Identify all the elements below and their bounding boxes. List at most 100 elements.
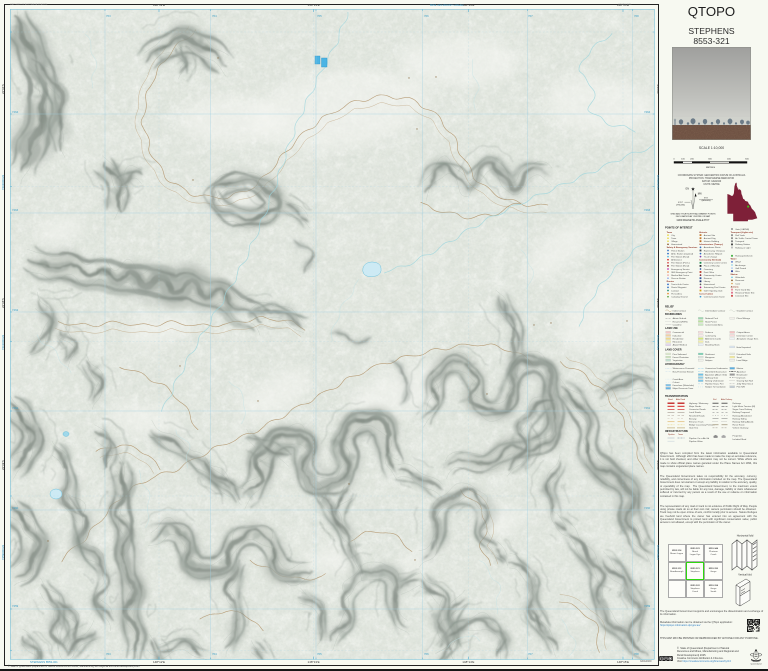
svg-text:767: 767 [528, 652, 533, 656]
svg-text:RELIEF: RELIEF [665, 306, 674, 309]
svg-text:Included Shed: Included Shed [733, 439, 747, 441]
svg-text:Disturbed Soils: Disturbed Soils [737, 353, 751, 356]
svg-text:Abbr Railway: Abbr Railway [721, 398, 732, 401]
svg-text:Transport (Lights etc): Transport (Lights etc) [731, 231, 754, 234]
svg-text:Highway / Motorway: Highway / Motorway [689, 402, 709, 405]
svg-text:Mangrove: Mangrove [705, 357, 715, 359]
svg-text:Commercial: Commercial [673, 332, 685, 334]
svg-text:7459: 7459 [12, 604, 19, 608]
svg-text:Sinking Underwater: Sinking Underwater [705, 380, 724, 383]
svg-text:Route Waypoint: Route Waypoint [671, 286, 687, 289]
svg-text:Bridge Causeway Pontoon: Bridge Causeway Pontoon [689, 424, 715, 427]
svg-text:Rail Yards: Rail Yards [735, 235, 745, 237]
svg-text:Golf / Sporting Club: Golf / Sporting Club [704, 289, 723, 292]
svg-text:300: 300 [708, 159, 712, 161]
svg-text:Historical Water Site: Historical Water Site [735, 292, 755, 295]
svg-text:7459: 7459 [644, 604, 651, 608]
svg-text:Hotel Imported: Hotel Imported [737, 346, 752, 349]
svg-text:Marine: Marine [731, 274, 739, 276]
svg-text:LAND USE: LAND USE [665, 327, 678, 330]
svg-text:766: 766 [424, 652, 429, 656]
svg-text:Outport Areas: Outport Areas [737, 331, 750, 334]
svg-text:Pipeline On or Ab Gd: Pipeline On or Ab Gd [689, 437, 710, 440]
svg-text:Culvert: Culvert [673, 381, 680, 384]
svg-text:Gate (CAFNB): Gate (CAFNB) [735, 228, 749, 231]
svg-text:Actions: Actions [731, 285, 740, 288]
svg-text:Fish N/B: Fish N/B [737, 387, 746, 389]
svg-text:Historic: Historic [699, 231, 708, 234]
svg-text:Subject To Inundation: Subject To Inundation [705, 386, 726, 389]
svg-text:Historic Building: Historic Building [704, 240, 720, 243]
svg-text:Aerodrome Route: Aerodrome Route [704, 246, 722, 249]
svg-text:Detention Centre: Detention Centre [737, 334, 754, 337]
svg-text:Camping Ground: Camping Ground [671, 297, 688, 299]
svg-text:TRANSPORTATION: TRANSPORTATION [665, 395, 688, 398]
svg-text:Major Reservoir Town: Major Reservoir Town [673, 388, 694, 390]
svg-text:Vegetation: Vegetation [673, 359, 684, 362]
svg-text:767: 767 [528, 14, 533, 18]
svg-text:Library: Library [704, 281, 711, 283]
svg-text:Railway Siding Aband.: Railway Siding Aband. [733, 421, 755, 424]
svg-text:7462: 7462 [644, 308, 651, 312]
svg-text:Forest Plantation: Forest Plantation [673, 356, 690, 359]
svg-text:400: 400 [727, 159, 731, 161]
svg-text:7460: 7460 [12, 506, 19, 510]
svg-text:Intermediate Contour: Intermediate Contour [705, 310, 725, 313]
svg-text:Queensland: Queensland [751, 663, 762, 665]
svg-text:Gate Test: Gate Test [689, 427, 699, 430]
svg-text:Foreshore (Waterhole): Foreshore (Waterhole) [673, 384, 695, 387]
svg-text:(MN-GN): (MN-GN) [702, 200, 711, 202]
svg-text:SES Emergency Point: SES Emergency Point [671, 271, 693, 274]
svg-text:Lookout: Lookout [671, 289, 679, 292]
svg-text:Rail: Rail [713, 399, 717, 401]
svg-text:Land Ridge: Land Ridge [737, 360, 749, 362]
svg-text:Ambulance: Ambulance [671, 259, 683, 262]
svg-text:768: 768 [634, 14, 639, 18]
svg-text:Major Roads: Major Roads [689, 406, 701, 408]
svg-text:Livestock Site: Livestock Site [735, 295, 749, 298]
svg-text:State Forest: State Forest [705, 320, 717, 323]
svg-text:Picnic Area: Picnic Area [671, 292, 683, 295]
svg-text:Infrastructure (Transp.): Infrastructure (Transp.) [699, 243, 723, 246]
svg-text:7461: 7461 [12, 406, 19, 410]
svg-text:Golf Pound: Golf Pound [735, 268, 747, 270]
svg-text:764: 764 [212, 652, 217, 656]
svg-text:Watercourse Perennial: Watercourse Perennial [673, 367, 695, 370]
svg-text:Trainyard: Trainyard [735, 241, 745, 243]
svg-text:Dry Dock: Dry Dock [737, 377, 747, 379]
svg-text:Community (Vertical): Community (Vertical) [699, 259, 721, 262]
svg-text:Ancient Flag: Ancient Flag [704, 237, 717, 240]
svg-text:Graving Spit Raft: Graving Spit Raft [737, 380, 754, 383]
svg-text:Aqueduct (Above Gnd): Aqueduct (Above Gnd) [705, 373, 727, 376]
svg-text:Defence: Defence [705, 332, 714, 334]
svg-text:Aqueduct: Aqueduct [737, 370, 746, 373]
svg-text:7464: 7464 [12, 110, 19, 114]
svg-text:Reserve: Reserve [704, 278, 713, 280]
svg-text:Local Roads: Local Roads [689, 412, 701, 414]
svg-text:Non-Perennial Stream: Non-Perennial Stream [673, 370, 694, 373]
svg-text:Weir: Weir [735, 271, 740, 273]
svg-text:Cave: Cave [735, 283, 741, 285]
svg-text:200: 200 [690, 159, 694, 161]
svg-text:Coastline: Coastline [673, 323, 683, 326]
svg-text:Place Mileage: Place Mileage [737, 318, 751, 320]
svg-text:LAND COVER: LAND COVER [665, 349, 682, 352]
svg-text:Homestead: Homestead [671, 243, 683, 246]
svg-text:500: 500 [745, 159, 749, 161]
svg-text:Expressway Overpass: Expressway Overpass [704, 250, 725, 252]
svg-text:764: 764 [212, 14, 217, 18]
svg-text:Rescue Station: Rescue Station [671, 277, 686, 280]
svg-text:Railway Siding: Railway Siding [733, 418, 748, 420]
svg-text:Communication Tower: Communication Tower [704, 296, 725, 299]
svg-text:Sugar Cane Railway: Sugar Cane Railway [733, 409, 753, 411]
svg-text:Safety & Emergency Services: Safety & Emergency Services [667, 246, 699, 249]
svg-text:Village: Village [671, 241, 678, 243]
svg-text:Busway: Busway [689, 418, 697, 420]
svg-text:GRID AND TRUE NORTH ALIGNMENT: GRID AND TRUE NORTH ALIGNMENT POINTS [670, 213, 716, 216]
svg-text:Ancient Site: Ancient Site [704, 234, 716, 237]
svg-text:Post Office: Post Office [704, 271, 715, 274]
svg-text:Railway or Light: Railway or Light [735, 246, 751, 249]
svg-text:Pipeline: Pipeline [668, 434, 675, 436]
svg-text:Place of Worship: Place of Worship [704, 266, 721, 268]
svg-text:763: 763 [106, 14, 111, 18]
